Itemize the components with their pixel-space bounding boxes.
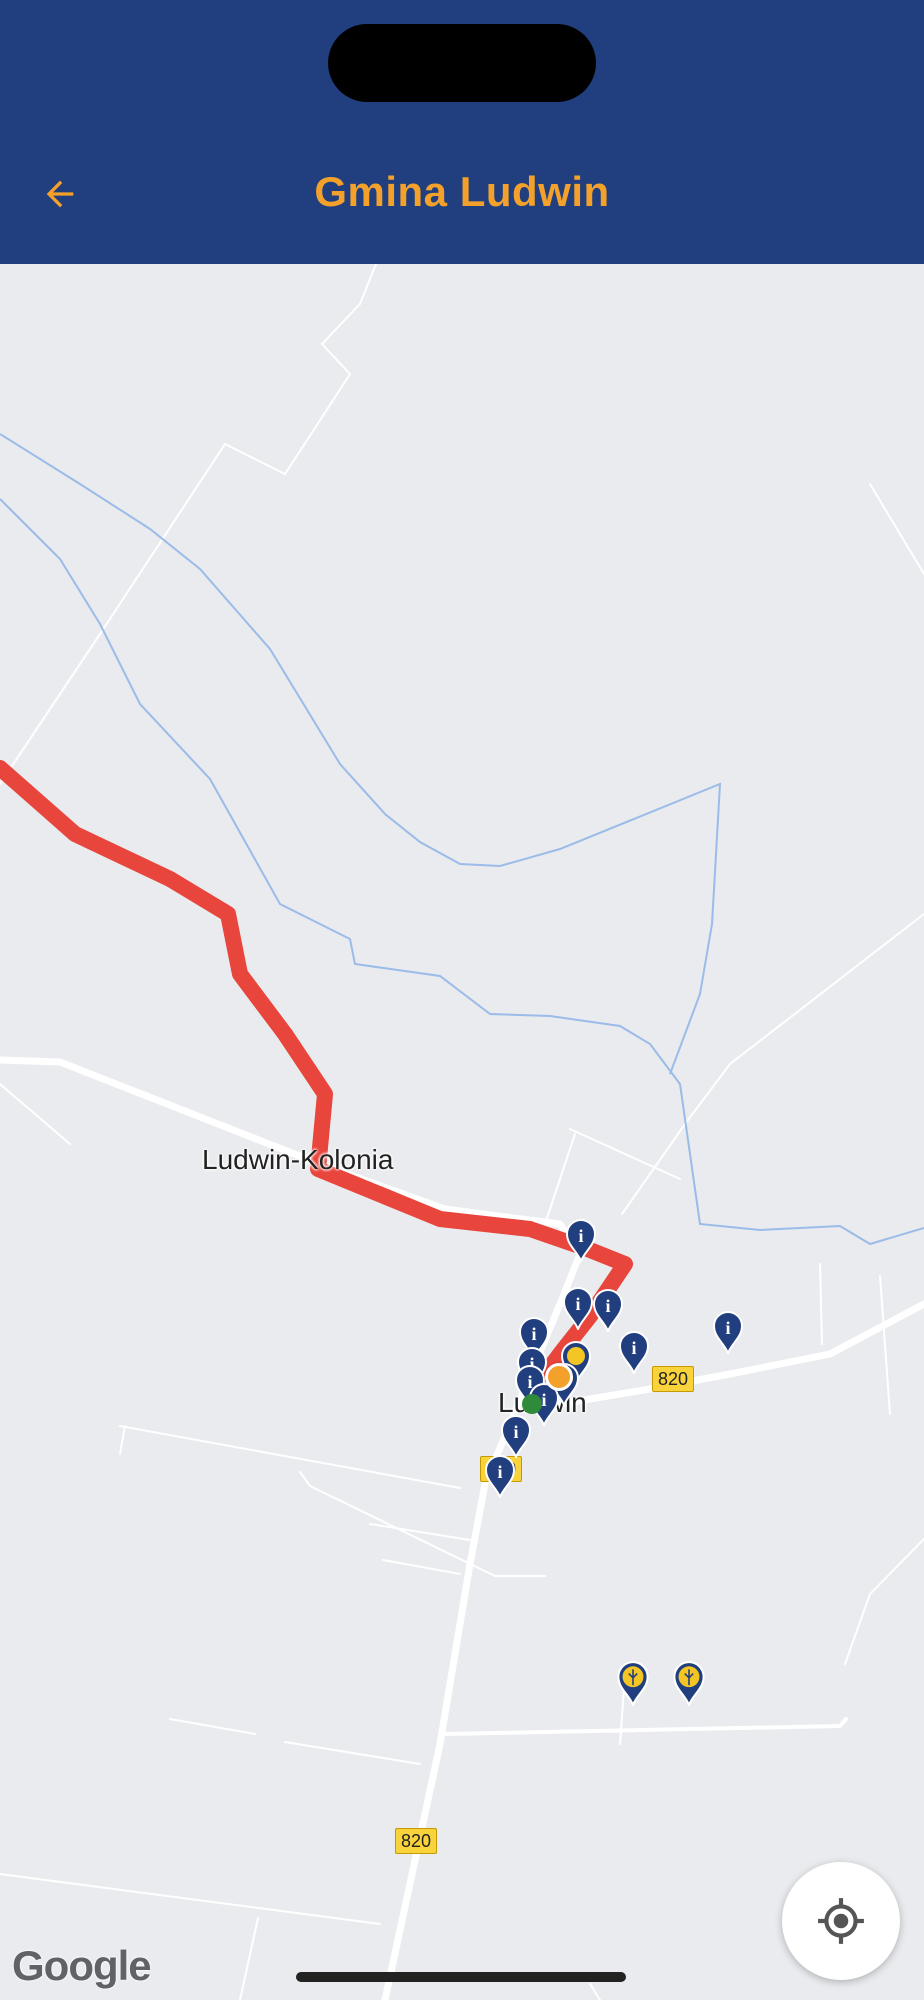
map-canvas — [0, 264, 924, 2000]
road-number-badge: 820 — [395, 1828, 438, 1854]
page-title: Gmina Ludwin — [314, 168, 610, 215]
svg-text:i: i — [605, 1296, 610, 1316]
info-marker-icon[interactable]: i — [565, 1218, 597, 1262]
info-marker-icon[interactable]: i — [712, 1310, 744, 1354]
my-location-icon — [818, 1898, 864, 1944]
app-screen: Gmina Ludwin 820 820 Ludwin-Kolonia i i … — [0, 0, 924, 2000]
svg-text:i: i — [578, 1226, 583, 1246]
poi-marker-icon[interactable] — [672, 1660, 706, 1706]
place-label-ludwin-kolonia: Ludwin-Kolonia — [202, 1144, 394, 1175]
info-marker-icon[interactable]: i — [500, 1414, 532, 1458]
info-marker-icon[interactable]: i — [618, 1330, 650, 1374]
route-line — [0, 760, 633, 1382]
svg-text:i: i — [513, 1422, 518, 1442]
green-poi-marker-icon[interactable] — [522, 1394, 542, 1414]
current-location-dot — [545, 1363, 573, 1391]
poi-marker-icon[interactable] — [616, 1660, 650, 1706]
info-marker-icon[interactable]: i — [592, 1288, 624, 1332]
my-location-button[interactable] — [782, 1862, 900, 1980]
info-marker-icon[interactable]: i — [484, 1454, 516, 1498]
svg-text:i: i — [725, 1318, 730, 1338]
map-view[interactable]: 820 820 820 Ludwin-Kolonia Ludwin i i i … — [0, 264, 924, 2000]
app-header: Gmina Ludwin — [0, 0, 924, 264]
svg-text:i: i — [631, 1338, 636, 1358]
svg-text:i: i — [575, 1294, 580, 1314]
home-indicator — [296, 1972, 626, 1982]
road-number-badge: 820 — [652, 1366, 695, 1392]
svg-text:i: i — [541, 1390, 546, 1410]
info-marker-icon[interactable]: i — [562, 1286, 594, 1330]
dynamic-island — [328, 24, 596, 102]
svg-text:i: i — [531, 1324, 536, 1344]
svg-text:i: i — [497, 1462, 502, 1482]
google-attribution: Google — [12, 1942, 152, 1989]
